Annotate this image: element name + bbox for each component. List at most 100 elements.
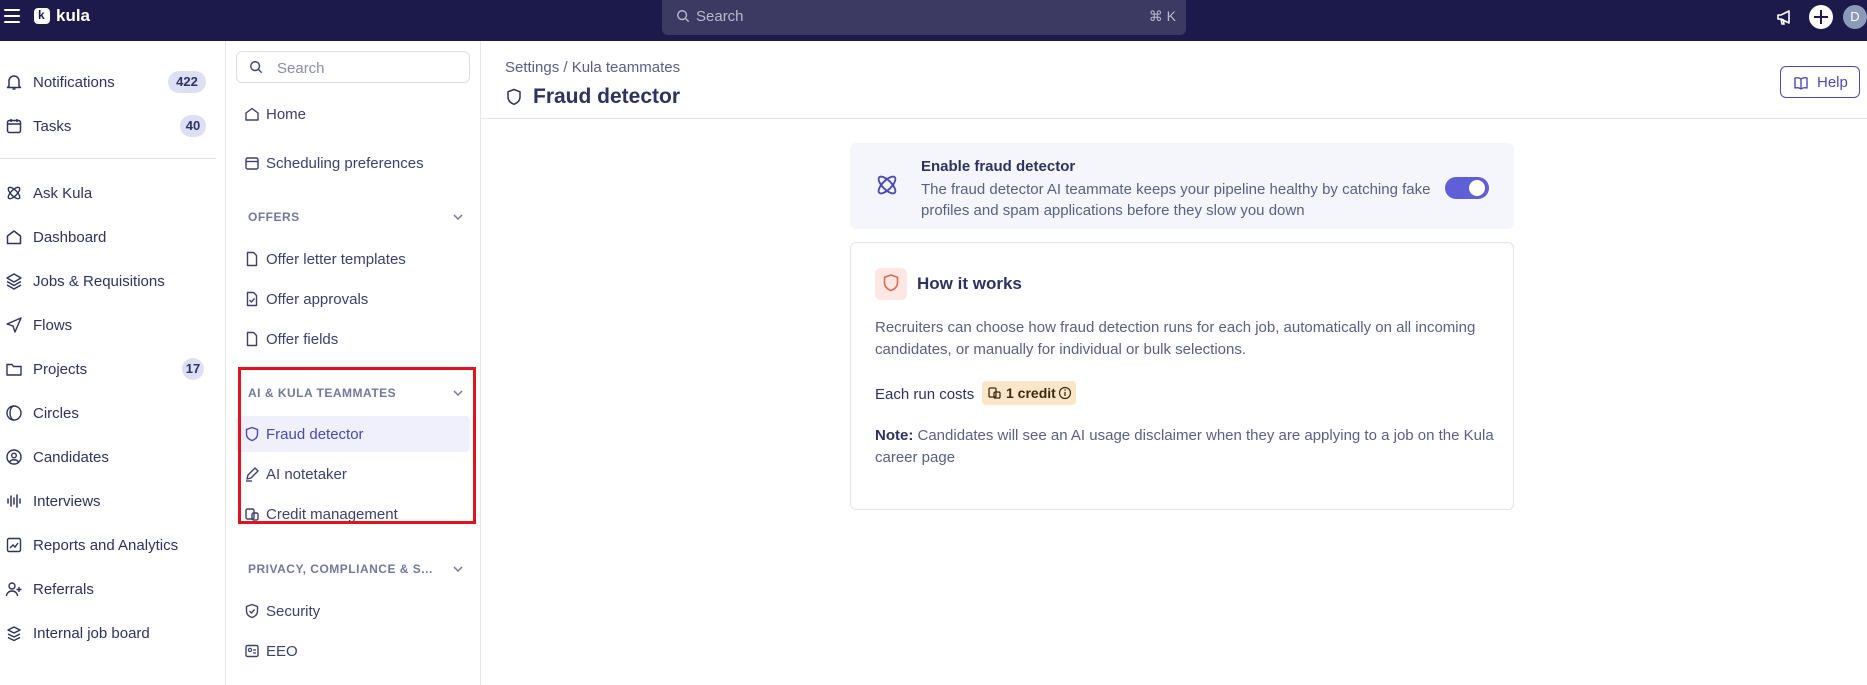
nav-item-internal-job-board[interactable]: Internal job board [0, 616, 226, 650]
toggle-knob [1469, 180, 1485, 196]
nav-item-projects[interactable]: Projects 17 [0, 352, 226, 386]
document-icon [246, 251, 258, 267]
settings-search-placeholder: Search [277, 60, 325, 77]
chevron-down-icon [453, 566, 463, 573]
info-icon[interactable] [1058, 386, 1072, 400]
user-plus-icon [5, 582, 22, 597]
how-it-works-heading: How it works [917, 274, 1022, 293]
nav-label: Tasks [33, 118, 72, 135]
enable-card-description: The fraud detector AI teammate keeps you… [921, 181, 1431, 219]
section-title: OFFERS [248, 210, 300, 224]
how-it-works-paragraph: Recruiters can choose how fraud detectio… [875, 319, 1476, 358]
settings-item-home[interactable]: Home [236, 96, 470, 132]
breadcrumb[interactable]: Settings / Kula teammates [505, 59, 680, 76]
folder-icon [6, 363, 22, 376]
chart-icon [6, 537, 22, 553]
nav-item-tasks[interactable]: Tasks 40 [0, 109, 226, 143]
nav-label: Notifications [33, 74, 115, 91]
page-title: Fraud detector [533, 85, 681, 108]
settings-item-label: Home [266, 106, 307, 123]
cost-label: Each run costs [875, 386, 975, 403]
nav-item-circles[interactable]: Circles [0, 396, 226, 430]
header-divider [481, 118, 1867, 119]
atom-icon [7, 186, 21, 200]
id-card-icon [245, 644, 259, 658]
nav-label: Candidates [33, 449, 109, 466]
avatar[interactable]: D [1843, 5, 1867, 29]
search-icon [250, 61, 263, 74]
projects-count-badge: 17 [182, 358, 204, 380]
nav-label: Interviews [33, 493, 101, 510]
enable-fraud-detector-toggle[interactable] [1445, 177, 1489, 199]
document-check-icon [246, 291, 258, 307]
settings-item-eeo[interactable]: EEO [236, 633, 470, 669]
how-it-works-card: How it works Recruiters can choose how f… [850, 242, 1514, 510]
settings-search-input[interactable]: Search [236, 51, 470, 83]
bell-icon [6, 75, 22, 90]
shield-icon [883, 274, 899, 292]
settings-item-offer-letter-templates[interactable]: Offer letter templates [236, 241, 470, 277]
settings-item-offer-fields[interactable]: Offer fields [236, 321, 470, 357]
home-icon [245, 107, 259, 121]
nav-item-referrals[interactable]: Referrals [0, 572, 226, 606]
nav-label: Reports and Analytics [33, 537, 179, 554]
settings-item-label: Offer fields [266, 331, 339, 348]
nav-item-flows[interactable]: Flows [0, 308, 226, 342]
credit-value: 1 credit [1006, 385, 1056, 401]
audio-wave-icon [7, 494, 21, 508]
enable-fraud-detector-card: Enable fraud detector The fraud detector… [850, 143, 1514, 229]
nav-label: Flows [33, 317, 73, 334]
nav-label: Projects [33, 361, 88, 378]
menu-icon[interactable] [4, 9, 20, 23]
nav-item-candidates[interactable]: Candidates [0, 440, 226, 474]
home-icon [6, 230, 22, 245]
section-privacy[interactable]: PRIVACY, COMPLIANCE & S... [248, 559, 468, 579]
circles-icon [6, 405, 22, 421]
calendar-check-icon [6, 119, 22, 134]
coins-icon [988, 387, 1001, 399]
nav-label: Circles [33, 405, 79, 422]
kula-logo-icon [34, 8, 50, 24]
search-icon [677, 10, 690, 23]
atom-icon [877, 175, 897, 195]
megaphone-icon[interactable] [1775, 7, 1795, 27]
nav-item-dashboard[interactable]: Dashboard [0, 220, 226, 254]
section-offers[interactable]: OFFERS [248, 207, 468, 227]
settings-item-offer-approvals[interactable]: Offer approvals [236, 281, 470, 317]
add-button[interactable] [1809, 5, 1833, 29]
note-text: Candidates will see an AI usage disclaim… [875, 427, 1494, 466]
global-search-input[interactable]: Search ⌘ K [662, 0, 1186, 35]
nav-item-reports[interactable]: Reports and Analytics [0, 528, 226, 562]
top-bar: kula Search ⌘ K D [0, 0, 1867, 41]
nav-item-jobs[interactable]: Jobs & Requisitions [0, 264, 226, 298]
left-nav: Notifications 422 Tasks 40 Ask Kula Dash… [0, 41, 226, 685]
global-search-placeholder: Search [696, 8, 744, 25]
tasks-count-badge: 40 [180, 115, 206, 137]
nav-item-ask-kula[interactable]: Ask Kula [0, 176, 226, 210]
stack-icon [7, 626, 21, 642]
search-shortcut: ⌘ K [1148, 8, 1176, 24]
section-title: PRIVACY, COMPLIANCE & S... [248, 562, 433, 576]
enable-card-heading: Enable fraud detector [921, 158, 1076, 175]
note-label: Note: [875, 427, 914, 444]
nav-label: Jobs & Requisitions [33, 273, 165, 290]
book-icon [1794, 77, 1808, 90]
how-it-works-icon-box [875, 268, 907, 300]
help-button[interactable]: Help [1780, 66, 1860, 98]
user-circle-icon [6, 449, 22, 465]
chevron-down-icon [453, 214, 463, 221]
top-actions: D [1767, 4, 1867, 30]
credit-badge: 1 credit [982, 381, 1076, 405]
send-icon [6, 317, 22, 333]
document-icon [246, 331, 258, 347]
settings-item-label: Scheduling preferences [266, 155, 424, 172]
settings-item-security[interactable]: Security [236, 593, 470, 629]
nav-item-interviews[interactable]: Interviews [0, 484, 226, 518]
nav-item-notifications[interactable]: Notifications 422 [0, 65, 226, 99]
settings-item-scheduling[interactable]: Scheduling preferences [236, 145, 470, 181]
nav-label: Ask Kula [33, 185, 93, 202]
shield-check-icon [245, 603, 259, 619]
calendar-icon [245, 157, 259, 170]
settings-item-label: Offer approvals [266, 291, 369, 308]
shield-icon [507, 88, 521, 106]
